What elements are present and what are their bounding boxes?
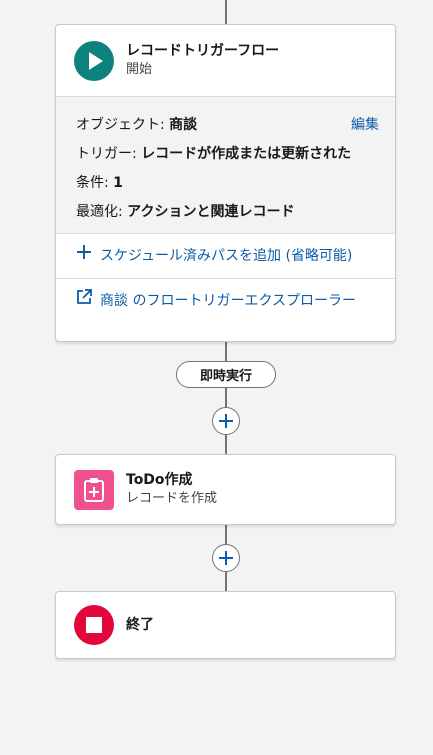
optimize-row: 最適化: アクションと関連レコード <box>76 198 366 227</box>
start-node-card[interactable]: レコードトリガーフロー 開始 編集 オブジェクト: 商談 トリガー: レコードが… <box>55 24 396 342</box>
object-label: オブジェクト: <box>76 117 165 133</box>
stop-icon <box>74 605 114 645</box>
connector-start-to-pill <box>225 341 227 455</box>
end-node-header: 終了 <box>56 592 395 658</box>
plus-icon <box>76 244 94 268</box>
condition-label: 条件: <box>76 175 109 191</box>
clipboard-plus-icon <box>74 469 114 510</box>
optimize-label: 最適化: <box>76 204 123 220</box>
add-element-button[interactable] <box>212 544 240 572</box>
trigger-label: トリガー: <box>76 146 137 162</box>
plus-icon <box>218 550 234 566</box>
start-node-subtitle: 開始 <box>126 62 153 77</box>
object-row: オブジェクト: 商談 <box>76 111 366 140</box>
trigger-explorer-label: 商談 のフロートリガーエクスプローラー <box>100 293 357 309</box>
object-value: 商談 <box>169 117 198 133</box>
end-node-card[interactable]: 終了 <box>55 591 396 659</box>
trigger-explorer-link[interactable]: 商談 のフロートリガーエクスプローラー <box>56 278 395 323</box>
optimize-value: アクションと関連レコード <box>127 204 295 220</box>
start-node-header: レコードトリガーフロー 開始 <box>56 25 395 96</box>
add-element-button[interactable] <box>212 407 240 435</box>
todo-node-title: ToDo作成 <box>126 472 193 488</box>
play-icon <box>74 40 114 81</box>
condition-value: 1 <box>113 175 123 191</box>
condition-row: 条件: 1 <box>76 169 366 198</box>
edit-link[interactable]: 編集 <box>351 111 379 140</box>
trigger-value: レコードが作成または更新された <box>141 146 352 162</box>
immediate-path-pill[interactable]: 即時実行 <box>176 361 276 388</box>
todo-node-card[interactable]: ToDo作成 レコードを作成 <box>55 454 396 525</box>
connector-top <box>225 0 227 24</box>
add-scheduled-path-label: スケジュール済みパスを追加 (省略可能) <box>100 248 353 264</box>
start-node-title: レコードトリガーフロー <box>126 43 280 59</box>
todo-node-subtitle: レコードを作成 <box>126 491 218 506</box>
trigger-row: トリガー: レコードが作成または更新された <box>76 140 366 169</box>
todo-node-header: ToDo作成 レコードを作成 <box>56 455 395 524</box>
add-scheduled-path-link[interactable]: スケジュール済みパスを追加 (省略可能) <box>56 233 395 278</box>
external-link-icon <box>76 289 94 313</box>
end-node-title: 終了 <box>126 616 154 633</box>
plus-icon <box>218 413 234 429</box>
start-node-details: 編集 オブジェクト: 商談 トリガー: レコードが作成または更新された 条件: … <box>56 96 395 233</box>
